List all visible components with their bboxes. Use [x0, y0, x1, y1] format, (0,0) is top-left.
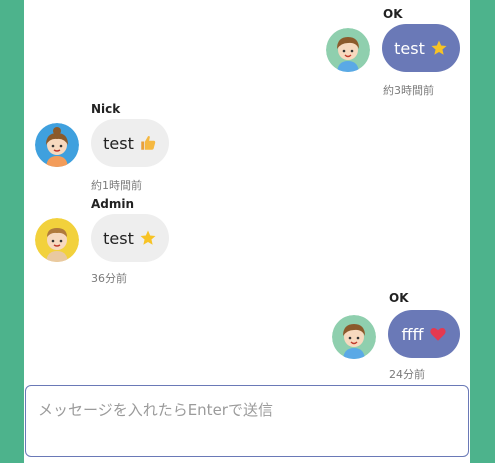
star-emoji-icon — [430, 39, 448, 57]
message-bubble[interactable]: ffff — [388, 310, 460, 358]
avatar[interactable] — [326, 28, 370, 72]
sender-name: Admin — [91, 197, 135, 211]
avatar[interactable] — [332, 315, 376, 359]
chat-panel: OK test 約3時間前 Nick test 約1時間前 Admin test… — [24, 0, 470, 463]
message-bubble[interactable]: test — [91, 214, 169, 262]
message-bubble[interactable]: test — [382, 24, 460, 72]
chat-message: Nick test 約1時間前 — [24, 100, 470, 195]
chat-message: OK test 約3時間前 — [24, 0, 470, 100]
sender-name: OK — [383, 7, 403, 21]
message-timestamp: 24分前 — [389, 368, 425, 381]
message-input[interactable] — [26, 386, 468, 456]
chat-message: Admin test 36分前 — [24, 195, 470, 290]
message-text: test — [394, 38, 425, 58]
avatar[interactable] — [35, 218, 79, 262]
message-timestamp: 約3時間前 — [383, 84, 434, 97]
message-text: test — [103, 228, 134, 248]
message-text: ffff — [401, 324, 424, 344]
message-bubble[interactable]: test — [91, 119, 169, 167]
message-timestamp: 36分前 — [91, 272, 127, 285]
message-composer — [25, 385, 469, 457]
chat-message: OK ffff 24分前 — [24, 288, 470, 383]
thumbs-up-emoji-icon — [139, 134, 157, 152]
avatar[interactable] — [35, 123, 79, 167]
sender-name: OK — [389, 291, 409, 305]
sender-name: Nick — [91, 102, 121, 116]
heart-emoji-icon — [429, 325, 447, 343]
message-text: test — [103, 133, 134, 153]
message-timestamp: 約1時間前 — [91, 179, 142, 192]
star-emoji-icon — [139, 229, 157, 247]
